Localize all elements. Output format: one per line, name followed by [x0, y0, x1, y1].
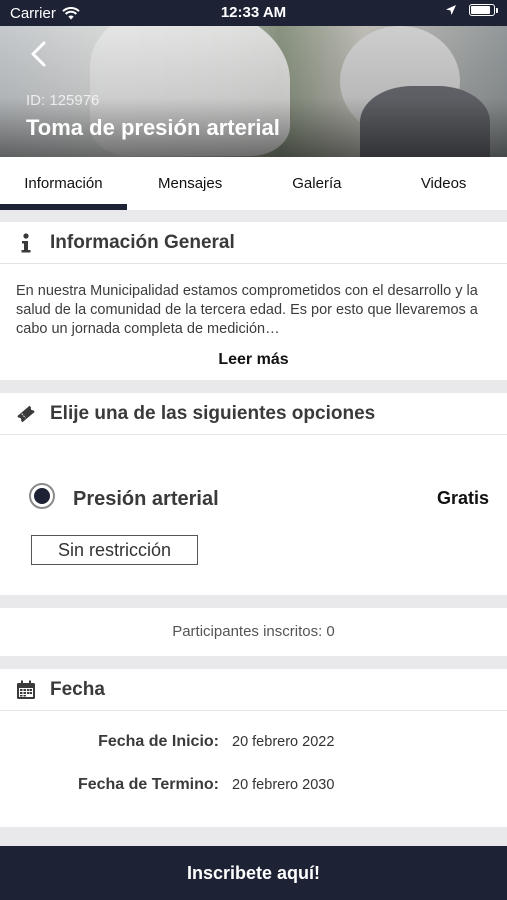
- general-info-card: Información General En nuestra Municipal…: [0, 222, 507, 380]
- end-date-label: Fecha de Termino:: [77, 776, 219, 793]
- dates-card: Fecha Fecha de Inicio: 20 febrero 2022 F…: [0, 669, 507, 827]
- tab-informacion[interactable]: Información: [0, 157, 127, 210]
- options-card: Elije una de las siguientes opciones Pre…: [0, 393, 507, 595]
- tab-bar: Información Mensajes Galería Videos: [0, 157, 507, 210]
- tab-galeria[interactable]: Galería: [254, 157, 381, 210]
- start-date-label: Fecha de Inicio:: [98, 733, 219, 750]
- status-time: 12:33 AM: [220, 4, 287, 21]
- tab-mensajes[interactable]: Mensajes: [127, 157, 254, 210]
- event-title: Toma de presión arterial: [26, 115, 280, 140]
- battery-level: [471, 6, 490, 14]
- register-button[interactable]: Inscribete aquí!: [0, 846, 507, 900]
- start-date-value: 20 febrero 2022: [232, 734, 335, 750]
- option-row[interactable]: Presión arterial Gratis: [0, 481, 507, 521]
- battery-icon: [469, 4, 498, 16]
- restriction-badge: Sin restricción: [31, 535, 198, 565]
- ticket-icon: [15, 403, 37, 425]
- info-icon: [15, 232, 37, 254]
- dates-title: Fecha: [50, 678, 105, 700]
- option-label: Presión arterial: [73, 488, 219, 510]
- chevron-left-icon[interactable]: [28, 40, 50, 68]
- calendar-icon: [15, 679, 37, 701]
- end-date-row: Fecha de Termino: 20 febrero 2030: [0, 776, 334, 794]
- option-price: Gratis: [436, 488, 489, 508]
- end-date-value: 20 febrero 2030: [232, 777, 335, 793]
- option-radio[interactable]: [29, 483, 55, 509]
- participants-card: Participantes inscritos: 0: [0, 608, 507, 656]
- general-info-text: En nuestra Municipalidad estamos comprom…: [16, 283, 478, 337]
- location-arrow-icon: [446, 5, 456, 15]
- event-id: ID: 125976: [26, 92, 100, 109]
- participants-count: Participantes inscritos: 0: [172, 623, 335, 640]
- general-info-title: Información General: [50, 231, 235, 253]
- read-more-link[interactable]: Leer más: [0, 345, 507, 369]
- tab-videos[interactable]: Videos: [380, 157, 507, 210]
- status-bar: Carrier 12:33 AM: [0, 0, 507, 26]
- radio-selected-dot: [34, 488, 50, 504]
- hero-banner: ID: 125976 Toma de presión arterial: [0, 26, 507, 157]
- options-title: Elije una de las siguientes opciones: [50, 402, 376, 424]
- start-date-row: Fecha de Inicio: 20 febrero 2022: [0, 733, 334, 751]
